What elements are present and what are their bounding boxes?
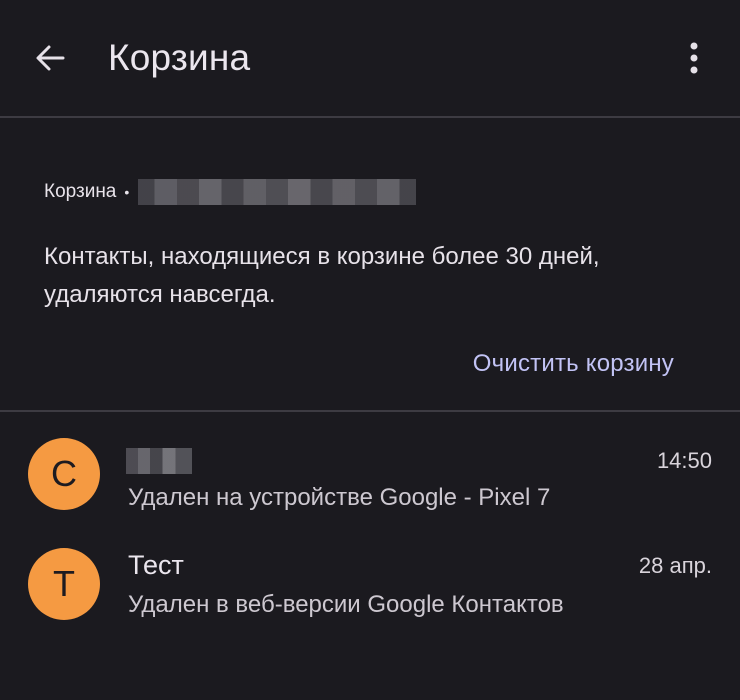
contact-deleted-info: Удален на устройстве Google - Pixel 7 (128, 484, 551, 511)
contact-deleted-info: Удален в веб-версии Google Контактов (128, 591, 564, 618)
contact-name: Тест (128, 550, 184, 580)
empty-trash-button[interactable]: Очистить корзину (473, 346, 674, 382)
more-vert-icon (690, 42, 698, 74)
contact-avatar: Т (28, 548, 100, 620)
contact-row[interactable]: Т Тест Удален в веб-версии Google Контак… (0, 538, 740, 642)
top-app-bar: Корзина (0, 0, 740, 116)
redacted-account-email (138, 179, 417, 205)
page-title: Корзина (108, 37, 251, 78)
redacted-contact-name (126, 448, 192, 474)
trash-info-text: Контакты, находящиеся в корзине более 30… (44, 243, 600, 308)
contact-deleted-time: 14:50 (656, 448, 712, 473)
contact-row[interactable]: C Удален на устройстве Google - Pixel 7 … (0, 430, 740, 534)
separator-bullet: • (124, 184, 130, 200)
account-line: Корзина • (44, 178, 417, 206)
contact-deleted-time: 28 апр. (638, 553, 712, 578)
trash-account-label: Корзина (44, 181, 117, 202)
contact-avatar: C (28, 438, 100, 510)
section-divider (0, 410, 740, 412)
header-divider (0, 116, 740, 118)
arrow-back-icon (36, 45, 65, 71)
back-button[interactable] (30, 38, 70, 78)
more-options-button[interactable] (676, 38, 712, 78)
